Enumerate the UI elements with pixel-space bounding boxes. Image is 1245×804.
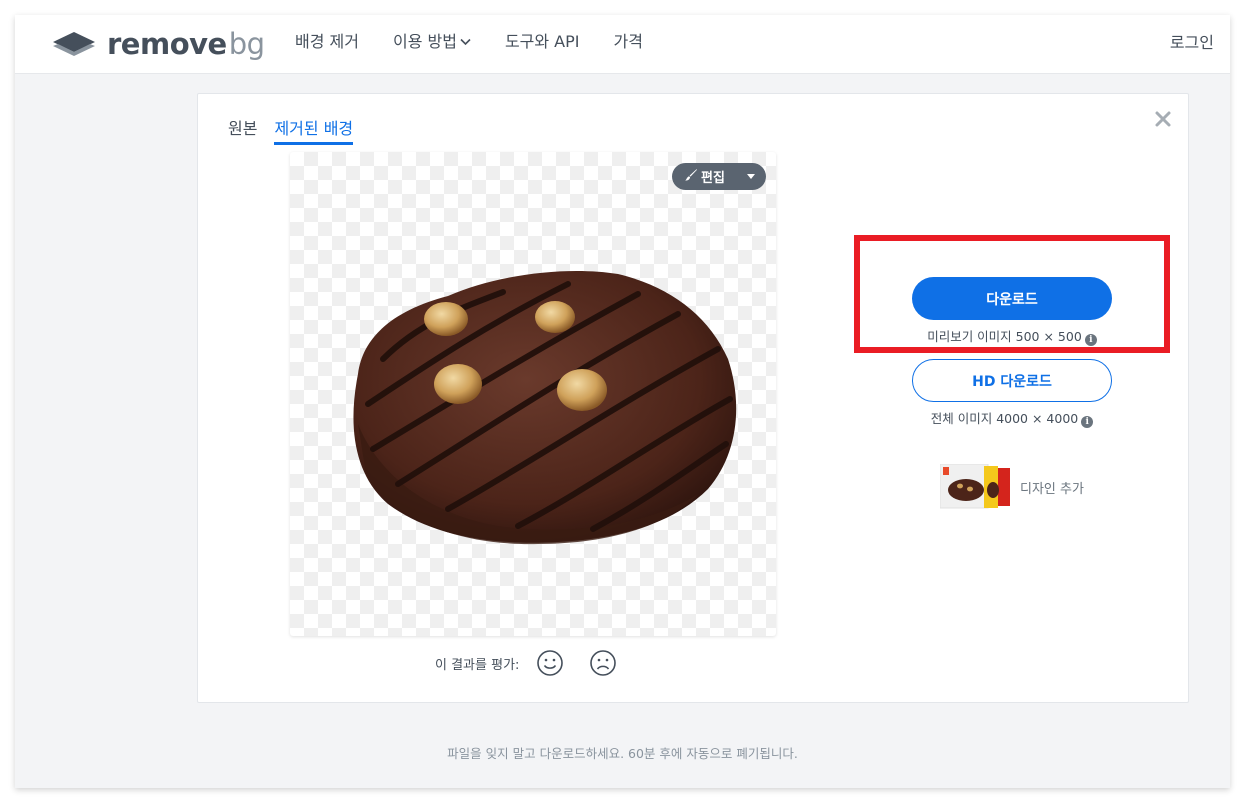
info-icon[interactable]: i xyxy=(1084,334,1097,346)
rating-row: 이 결과를 평가: xyxy=(435,649,642,677)
top-header: removebg 배경 제거 이용 방법 도구와 API 가격 로그인 xyxy=(15,15,1230,74)
brush-icon xyxy=(684,168,698,186)
add-design-label: 디자인 추가 xyxy=(1020,481,1084,497)
download-subtext-label: 미리보기 이미지 500 × 500 xyxy=(927,329,1082,344)
nav-how-to-use-label: 이용 방법 xyxy=(392,32,457,51)
close-icon[interactable] xyxy=(1154,110,1172,128)
logo-accent-text: bg xyxy=(228,26,265,61)
design-thumbnail xyxy=(939,463,1012,510)
logo-main-text: remove xyxy=(107,26,227,61)
logo[interactable]: removebg xyxy=(51,24,265,64)
hd-download-button[interactable]: HD 다운로드 xyxy=(912,359,1112,402)
nav-pricing[interactable]: 가격 xyxy=(614,28,643,52)
rating-label: 이 결과를 평가: xyxy=(435,657,520,673)
cookie-image xyxy=(338,264,743,546)
app-frame: removebg 배경 제거 이용 방법 도구와 API 가격 로그인 원본 제… xyxy=(15,15,1230,788)
edit-button[interactable]: 편집 xyxy=(672,163,766,190)
login-link[interactable]: 로그인 xyxy=(1170,29,1214,53)
result-preview: 편집 xyxy=(290,152,776,636)
download-button[interactable]: 다운로드 xyxy=(912,277,1112,320)
nav-how-to-use[interactable]: 이용 방법 xyxy=(393,28,471,52)
add-design-button[interactable]: 디자인 추가 xyxy=(939,463,1084,510)
tab-removed-background[interactable]: 제거된 배경 xyxy=(274,115,354,145)
edit-label: 편집 xyxy=(701,171,725,186)
info-icon[interactable]: i xyxy=(1081,416,1094,428)
download-subtext: 미리보기 이미지 500 × 500 i xyxy=(854,326,1170,346)
chevron-down-icon xyxy=(460,31,471,50)
result-card: 원본 제거된 배경 편집 이 결과를 평가: 다운로드 미리보기 이미지 500… xyxy=(197,93,1189,703)
logo-text: removebg xyxy=(107,26,265,61)
logo-layers-icon xyxy=(51,28,97,60)
footer-note: 파일을 잊지 말고 다운로드하세요. 60분 후에 자동으로 폐기됩니다. xyxy=(447,746,798,761)
frown-icon[interactable] xyxy=(589,649,617,677)
hd-download-subtext-label: 전체 이미지 4000 × 4000 xyxy=(930,411,1079,426)
hd-download-subtext: 전체 이미지 4000 × 4000 i xyxy=(854,408,1170,428)
tab-original[interactable]: 원본 xyxy=(228,115,257,145)
nav-tools-api[interactable]: 도구와 API xyxy=(505,28,580,52)
caret-down-icon[interactable] xyxy=(747,174,755,179)
nav-remove-background[interactable]: 배경 제거 xyxy=(295,28,359,52)
main-nav: 배경 제거 이용 방법 도구와 API 가격 xyxy=(295,15,677,65)
smiley-icon[interactable] xyxy=(536,649,564,677)
result-tabs: 원본 제거된 배경 xyxy=(228,115,354,145)
